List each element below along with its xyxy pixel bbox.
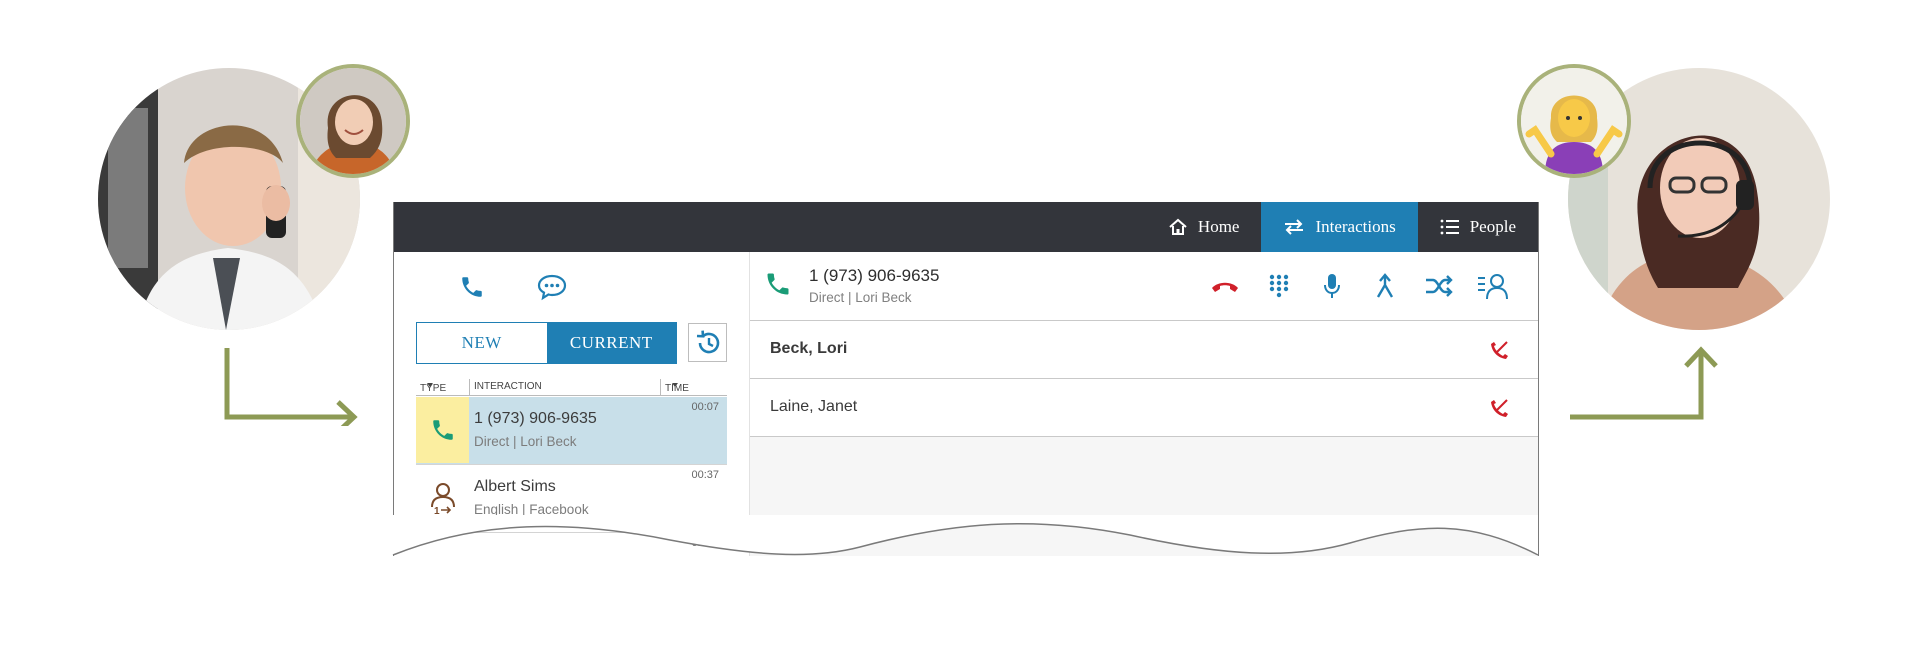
nav-home[interactable]: Home [1146,202,1262,252]
participant-row: Laine, Janet [750,379,1538,437]
row-title: Albert Sims [474,478,556,495]
column-time[interactable]: TIME [665,381,689,394]
column-interaction[interactable]: INTERACTION [474,381,542,392]
chat-filter-button[interactable] [532,268,572,306]
phone-icon [767,273,789,295]
call-number: 1 (973) 906-9635 [809,266,940,285]
active-call-indicator [764,270,792,303]
media-filter-row [394,268,749,306]
keypad-button[interactable] [1262,270,1296,302]
phone-icon [432,420,453,440]
phone-icon [462,277,482,297]
flow-arrow-up-icon [1570,346,1718,420]
merge-button[interactable] [1368,270,1402,302]
participants-button[interactable] [1476,270,1510,302]
interaction-client-window: Home Interactions People NEW CURRENT TYP… [393,202,1539,558]
participant-name: Beck, Lori [770,340,848,357]
transfer-agent-icon: 1 [430,483,455,515]
list-icon [1440,219,1459,235]
mute-button[interactable] [1315,270,1349,302]
row-title: 1 (973) 906-9635 [474,410,597,427]
nav-interactions[interactable]: Interactions [1261,202,1418,252]
chat-icon [537,274,567,301]
hangup-button[interactable] [1208,270,1242,302]
svg-text:1: 1 [434,506,440,515]
nav-interactions-label: Interactions [1315,217,1396,236]
nav-people-label: People [1469,217,1516,236]
disconnect-icon [1491,341,1508,359]
tab-new[interactable]: NEW [417,323,547,363]
drop-participant-button[interactable] [1488,339,1512,361]
drop-participant-button[interactable] [1488,397,1512,419]
hangup-icon [1212,282,1238,292]
transfer-button[interactable] [1422,270,1456,302]
nav-people[interactable]: People [1418,202,1538,252]
participant-name: Laine, Janet [770,398,858,415]
shrug-emoji-icon [1517,64,1631,178]
top-navigation-bar: Home Interactions People [394,202,1538,252]
swap-arrows-icon [1285,219,1304,235]
participant-row: Beck, Lori [750,321,1538,379]
nav-home-label: Home [1197,217,1240,236]
tab-current[interactable]: CURRENT [546,323,676,363]
shuffle-icon [1426,275,1453,297]
call-detail-panel: 1 (973) 906-9635 Direct | Lori Beck Beck… [750,252,1538,558]
history-icon [696,330,719,353]
column-type[interactable]: TYPE [420,381,446,394]
flow-arrow-right-icon [224,348,358,426]
interaction-row[interactable]: 1 (973) 906-9635 Direct | Lori Beck 00:0… [416,397,727,465]
row-subtitle: Direct | Lori Beck [474,434,577,449]
home-icon [1169,218,1187,235]
row-type-cell [416,397,469,463]
interaction-list-panel: NEW CURRENT TYPE INTERACTION TIME 1 (973 [394,252,749,558]
merge-icon [1376,273,1394,298]
interaction-tabs: NEW CURRENT [416,322,677,364]
history-button[interactable] [688,323,727,362]
column-type-label: TYPE [420,383,447,394]
row-time: 00:37 [691,469,719,481]
people-list-icon [1478,274,1508,300]
column-headers: TYPE INTERACTION TIME [416,379,727,396]
microphone-icon [1324,274,1340,298]
keypad-icon [1269,274,1289,298]
column-divider [660,379,661,395]
disconnect-icon [1491,399,1508,417]
call-subtitle: Direct | Lori Beck [809,290,912,305]
column-time-label: TIME [665,383,689,394]
row-time: 00:07 [691,401,719,413]
call-header: 1 (973) 906-9635 Direct | Lori Beck [750,252,1538,321]
contact-photo [296,64,410,178]
below-edge-mask [390,556,1540,651]
phone-filter-button[interactable] [452,268,492,306]
column-divider [469,379,470,395]
